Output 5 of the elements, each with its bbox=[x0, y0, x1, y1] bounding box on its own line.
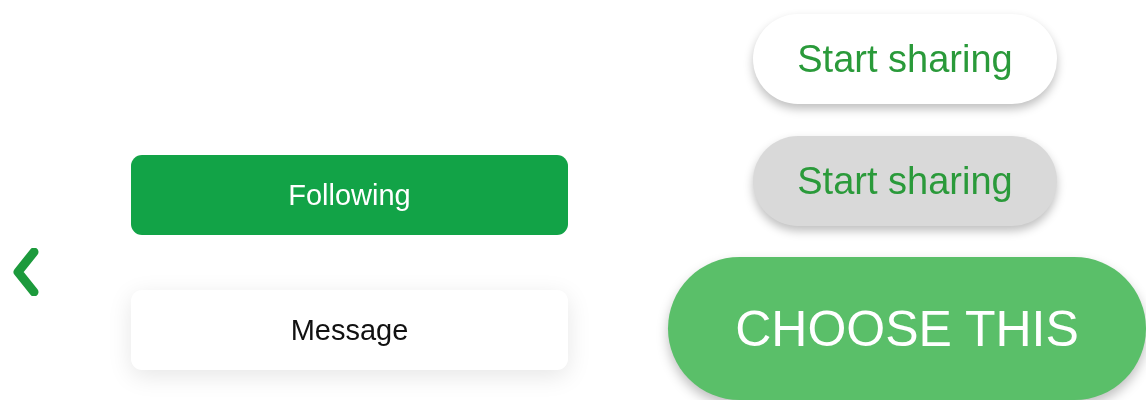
start-sharing-button[interactable]: Start sharing bbox=[753, 14, 1057, 104]
choose-button[interactable]: CHOOSE THIS bbox=[668, 257, 1146, 400]
following-button[interactable]: Following bbox=[131, 155, 568, 235]
message-button[interactable]: Message bbox=[131, 290, 568, 370]
start-sharing-button[interactable]: Start sharing bbox=[753, 136, 1057, 226]
